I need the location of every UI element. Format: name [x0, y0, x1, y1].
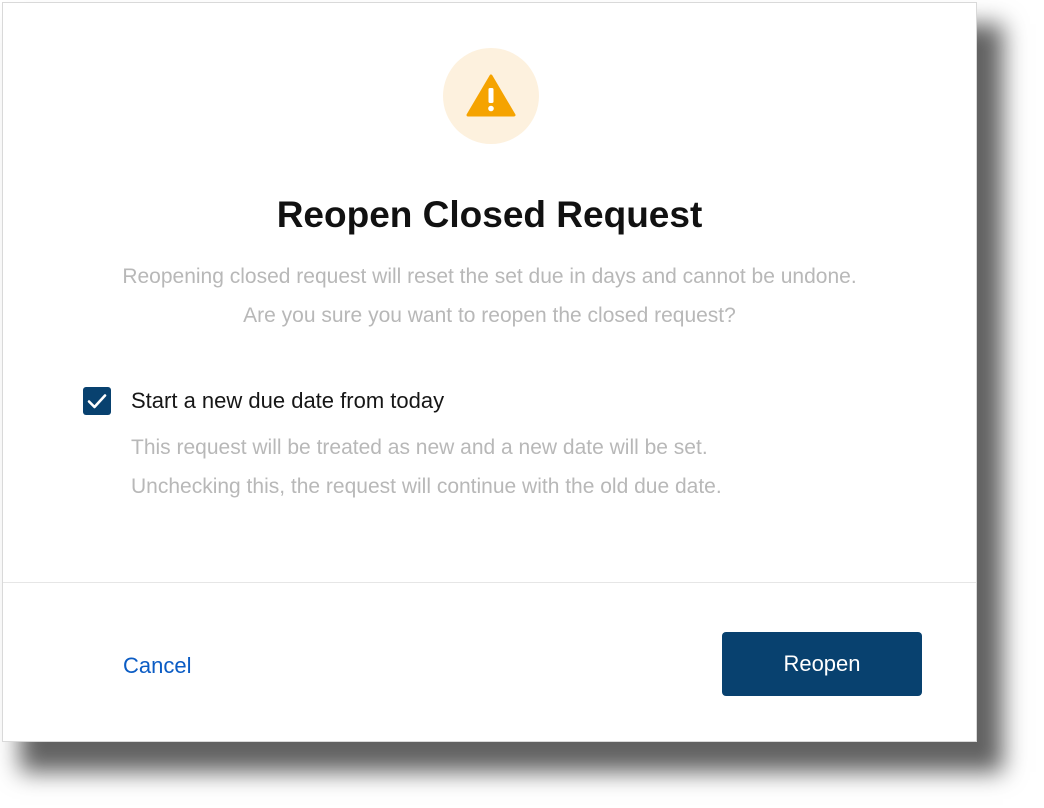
- description-line: Reopening closed request will reset the …: [122, 265, 857, 288]
- checkmark-icon: [87, 394, 107, 409]
- reopen-button[interactable]: Reopen: [722, 632, 922, 696]
- cancel-button[interactable]: Cancel: [107, 643, 207, 689]
- description-line: Are you sure you want to reopen the clos…: [243, 304, 736, 327]
- helper-line: This request will be treated as new and …: [131, 436, 708, 459]
- footer-divider: [3, 582, 976, 583]
- screen: Reopen Closed Request Reopening closed r…: [0, 0, 1044, 808]
- new-due-date-checkbox[interactable]: [83, 387, 111, 415]
- new-due-date-label[interactable]: Start a new due date from today: [131, 386, 444, 416]
- dialog-description: Reopening closed request will reset the …: [3, 257, 976, 335]
- option-helper-text: This request will be treated as new and …: [131, 428, 722, 506]
- warning-icon: [466, 74, 516, 117]
- new-due-date-option[interactable]: Start a new due date from today: [83, 386, 444, 416]
- warning-icon-circle: [443, 48, 539, 144]
- dialog-title: Reopen Closed Request: [276, 194, 703, 235]
- helper-line: Unchecking this, the request will contin…: [131, 475, 722, 498]
- reopen-dialog: Reopen Closed Request Reopening closed r…: [2, 2, 977, 742]
